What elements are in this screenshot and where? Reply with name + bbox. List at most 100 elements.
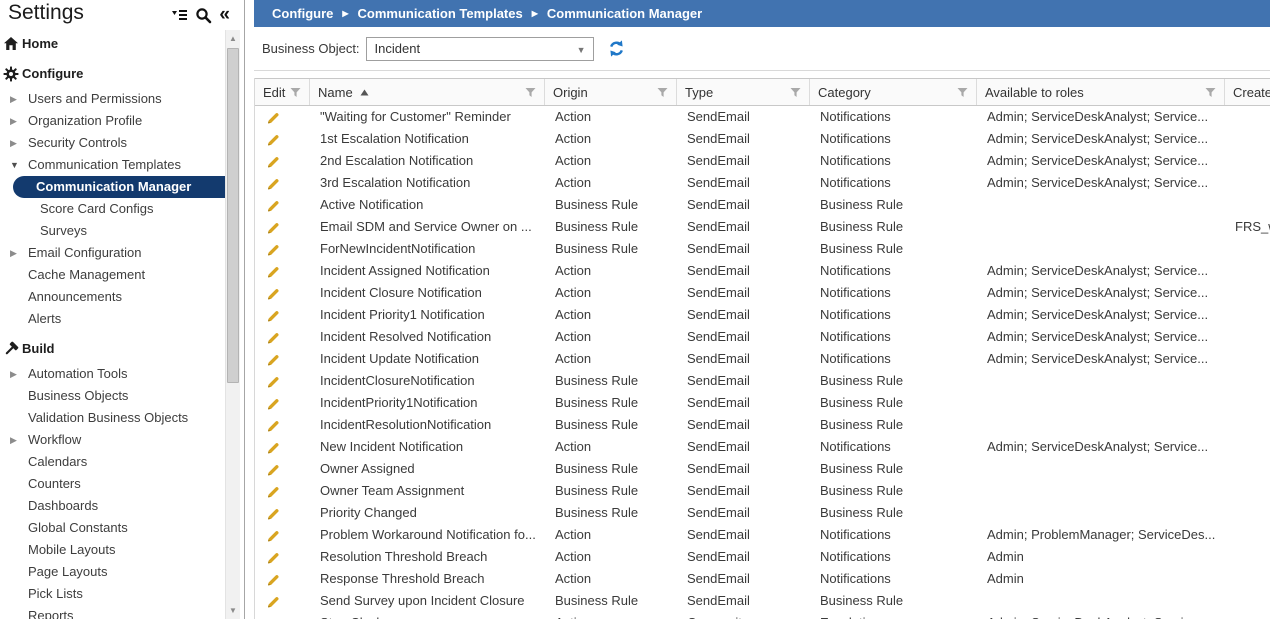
column-header-category[interactable]: Category (810, 79, 977, 105)
sidebar-item-mobile-layouts[interactable]: Mobile Layouts (0, 539, 225, 561)
table-row[interactable]: Send Survey upon Incident ClosureBusines… (255, 590, 1270, 612)
chevron-collapsed-icon[interactable]: ▶ (10, 429, 22, 451)
table-row[interactable]: Owner AssignedBusiness RuleSendEmailBusi… (255, 458, 1270, 480)
sidebar-item-validation-business-objects[interactable]: Validation Business Objects (0, 407, 225, 429)
table-row[interactable]: Priority ChangedBusiness RuleSendEmailBu… (255, 502, 1270, 524)
scrollbar-thumb[interactable] (227, 48, 239, 383)
table-row[interactable]: IncidentPriority1NotificationBusiness Ru… (255, 392, 1270, 414)
edit-pencil-icon[interactable] (265, 198, 279, 212)
table-row[interactable]: New Incident NotificationActionSendEmail… (255, 436, 1270, 458)
filter-icon[interactable] (525, 87, 536, 98)
sidebar-item-reports[interactable]: Reports (0, 605, 225, 619)
chevron-collapsed-icon[interactable]: ▶ (10, 242, 22, 264)
table-row[interactable]: Incident Closure NotificationActionSendE… (255, 282, 1270, 304)
sidebar-item-global-constants[interactable]: Global Constants (0, 517, 225, 539)
table-row[interactable]: Incident Assigned NotificationActionSend… (255, 260, 1270, 282)
sidebar-item-page-layouts[interactable]: Page Layouts (0, 561, 225, 583)
sidebar-item-workflow[interactable]: ▶Workflow (0, 429, 225, 451)
edit-pencil-icon[interactable] (265, 374, 279, 388)
table-row[interactable]: IncidentResolutionNotificationBusiness R… (255, 414, 1270, 436)
scroll-down-icon[interactable]: ▼ (226, 603, 240, 618)
edit-pencil-icon[interactable] (265, 264, 279, 278)
table-row[interactable]: Response Threshold BreachActionSendEmail… (255, 568, 1270, 590)
edit-pencil-icon[interactable] (265, 352, 279, 366)
sidebar-item-email-configuration[interactable]: ▶Email Configuration (0, 242, 225, 264)
table-row[interactable]: Incident Resolved NotificationActionSend… (255, 326, 1270, 348)
filter-icon[interactable] (1205, 87, 1216, 98)
column-header-type[interactable]: Type (677, 79, 810, 105)
sidebar-scrollbar[interactable]: ▲ ▼ (225, 30, 240, 619)
table-row[interactable]: Incident Update NotificationActionSendEm… (255, 348, 1270, 370)
sidebar-item-automation-tools[interactable]: ▶Automation Tools (0, 363, 225, 385)
breadcrumb-item[interactable]: Communication Templates (358, 6, 523, 21)
table-row[interactable]: Email SDM and Service Owner on ...Busine… (255, 216, 1270, 238)
sidebar-item-dashboards[interactable]: Dashboards (0, 495, 225, 517)
edit-pencil-icon[interactable] (265, 528, 279, 542)
refresh-icon[interactable] (608, 40, 625, 57)
sidebar-item-alerts[interactable]: Alerts (0, 308, 225, 330)
sidebar-item-announcements[interactable]: Announcements (0, 286, 225, 308)
sidebar-item-organization-profile[interactable]: ▶Organization Profile (0, 110, 225, 132)
chevron-collapsed-icon[interactable]: ▶ (10, 363, 22, 385)
sidebar-item-calendars[interactable]: Calendars (0, 451, 225, 473)
chevron-collapsed-icon[interactable]: ▶ (10, 88, 22, 110)
edit-pencil-icon[interactable] (265, 330, 279, 344)
edit-pencil-icon[interactable] (265, 550, 279, 564)
edit-pencil-icon[interactable] (265, 176, 279, 190)
breadcrumb-item[interactable]: Configure (272, 6, 333, 21)
edit-pencil-icon[interactable] (265, 484, 279, 498)
filter-icon[interactable] (290, 87, 301, 98)
edit-pencil-icon[interactable] (265, 396, 279, 410)
breadcrumb-item[interactable]: Communication Manager (547, 6, 702, 21)
column-header-name[interactable]: Name (310, 79, 545, 105)
table-row[interactable]: "Waiting for Customer" ReminderActionSen… (255, 106, 1270, 128)
edit-pencil-icon[interactable] (265, 220, 279, 234)
table-row[interactable]: 2nd Escalation NotificationActionSendEma… (255, 150, 1270, 172)
sidebar-item-surveys[interactable]: Surveys (0, 220, 225, 242)
edit-pencil-icon[interactable] (265, 506, 279, 520)
edit-pencil-icon[interactable] (265, 242, 279, 256)
edit-pencil-icon[interactable] (265, 440, 279, 454)
column-header-create[interactable]: Create (1225, 79, 1270, 105)
sidebar-item-security-controls[interactable]: ▶Security Controls (0, 132, 225, 154)
sidebar-item-pick-lists[interactable]: Pick Lists (0, 583, 225, 605)
table-row[interactable]: Active NotificationBusiness RuleSendEmai… (255, 194, 1270, 216)
scroll-up-icon[interactable]: ▲ (226, 31, 240, 46)
sidebar-item-build[interactable]: Build (0, 338, 225, 360)
edit-pencil-icon[interactable] (265, 110, 279, 124)
sidebar-item-counters[interactable]: Counters (0, 473, 225, 495)
filter-icon[interactable] (790, 87, 801, 98)
table-row[interactable]: ForNewIncidentNotificationBusiness RuleS… (255, 238, 1270, 260)
table-row[interactable]: 3rd Escalation NotificationActionSendEma… (255, 172, 1270, 194)
table-row[interactable]: Resolution Threshold BreachActionSendEma… (255, 546, 1270, 568)
filter-icon[interactable] (657, 87, 668, 98)
search-icon[interactable] (195, 7, 212, 24)
sidebar-item-cache-management[interactable]: Cache Management (0, 264, 225, 286)
sidebar-item-communication-templates[interactable]: ▼Communication Templates (0, 154, 225, 176)
edit-pencil-icon[interactable] (265, 308, 279, 322)
column-header-edit[interactable]: Edit (255, 79, 310, 105)
table-row[interactable]: Problem Workaround Notification fo...Act… (255, 524, 1270, 546)
table-row[interactable]: IncidentClosureNotificationBusiness Rule… (255, 370, 1270, 392)
sidebar-item-home[interactable]: Home (0, 33, 225, 55)
chevron-expanded-icon[interactable]: ▼ (10, 154, 22, 176)
collapse-sidebar-icon[interactable]: « (219, 6, 230, 24)
edit-pencil-icon[interactable] (265, 418, 279, 432)
sidebar-item-business-objects[interactable]: Business Objects (0, 385, 225, 407)
tree-menu-icon[interactable] (171, 7, 188, 23)
chevron-collapsed-icon[interactable]: ▶ (10, 110, 22, 132)
edit-pencil-icon[interactable] (265, 286, 279, 300)
table-row[interactable]: Stop ClockActionCompositeEscalationAdmin… (255, 612, 1270, 619)
table-row[interactable]: Owner Team AssignmentBusiness RuleSendEm… (255, 480, 1270, 502)
edit-pencil-icon[interactable] (265, 572, 279, 586)
sidebar-item-score-card-configs[interactable]: Score Card Configs (0, 198, 225, 220)
edit-pencil-icon[interactable] (265, 132, 279, 146)
table-row[interactable]: Incident Priority1 NotificationActionSen… (255, 304, 1270, 326)
business-object-select[interactable]: Incident ▼ (366, 37, 594, 61)
filter-icon[interactable] (957, 87, 968, 98)
sidebar-item-communication-manager[interactable]: Communication Manager (0, 176, 225, 198)
edit-pencil-icon[interactable] (265, 594, 279, 608)
table-row[interactable]: 1st Escalation NotificationActionSendEma… (255, 128, 1270, 150)
sidebar-item-users-and-permissions[interactable]: ▶Users and Permissions (0, 88, 225, 110)
edit-pencil-icon[interactable] (265, 462, 279, 476)
